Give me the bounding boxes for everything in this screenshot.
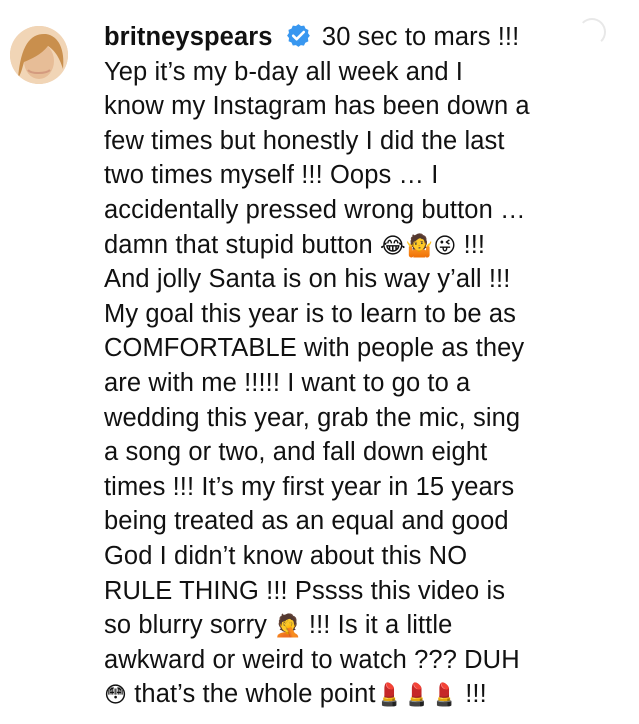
caption-line-19: awkward or weird to watch ??? DUH [104, 645, 520, 674]
caption-line-16: God I didn’t know about this NO [104, 541, 468, 570]
caption-text: 30 sec to mars !!! [321, 23, 520, 51]
flushed-emoji-icon: 😳 [104, 683, 128, 709]
caption-text: !!! [463, 230, 486, 259]
lipstick-emoji-icon: 💄 [403, 683, 431, 709]
verified-badge-icon [286, 23, 311, 48]
instagram-comment: britneyspears 30 sec to mars !!! Yep it’… [0, 0, 639, 724]
caption-line-10: COMFORTABLE with people as they [104, 334, 525, 363]
caption-line-3: know my Instagram has been down a [104, 92, 530, 121]
caption-text: that’s the whole point [134, 680, 376, 709]
comment-caption: britneyspears 30 sec to mars !!! Yep it’… [104, 20, 574, 712]
caption-line-17: RULE THING !!! Pssss this video is [104, 576, 506, 605]
caption-line-12: wedding this year, grab the mic, sing [104, 403, 521, 432]
caption-line-4: few times but honestly I did the last [104, 126, 505, 155]
caption-line-2: Yep it’s my b-day all week and I [104, 57, 463, 86]
shrug-emoji-icon: 🤷 [405, 233, 434, 259]
caption-text: !!! Is it a little [308, 611, 453, 640]
lipstick-emoji-icon: 💄 [375, 683, 404, 709]
lipstick-emoji-icon: 💄 [430, 683, 459, 709]
caption-line-11: are with me !!!!! I want to go to a [104, 368, 471, 397]
avatar[interactable] [10, 26, 68, 84]
facepalm-emoji-icon: 🤦 [274, 614, 302, 640]
caption-text: so blurry sorry [104, 611, 268, 640]
caption-line-7: damn that stupid button 😂🤷😜 !!! [104, 228, 574, 263]
caption-line-1: britneyspears 30 sec to mars !!! [104, 20, 574, 55]
caption-line-8: And jolly Santa is on his way y’all !!! [104, 265, 511, 294]
caption-line-13: a song or two, and fall down eight [104, 438, 488, 467]
avatar-image [10, 26, 68, 84]
caption-line-20: 😳 that’s the whole point💄💄💄 !!! [104, 677, 574, 712]
wink-emoji-icon: 😜 [433, 233, 457, 259]
caption-line-18: so blurry sorry 🤦 !!! Is it a little [104, 608, 574, 643]
caption-line-6: accidentally pressed wrong button … [104, 195, 526, 224]
caption-line-9: My goal this year is to learn to be as [104, 299, 516, 328]
loading-ring-icon [578, 18, 606, 46]
caption-line-15: being treated as an equal and good [104, 507, 509, 536]
caption-line-14: times !!! It’s my first year in 15 years [104, 472, 515, 501]
username-link[interactable]: britneyspears [104, 23, 273, 51]
caption-text: damn that stupid button [104, 230, 373, 259]
caption-text: !!! [465, 680, 487, 709]
laughing-emoji-icon: 😂 [380, 233, 406, 259]
caption-line-5: two times myself !!! Oops … I [104, 161, 439, 190]
